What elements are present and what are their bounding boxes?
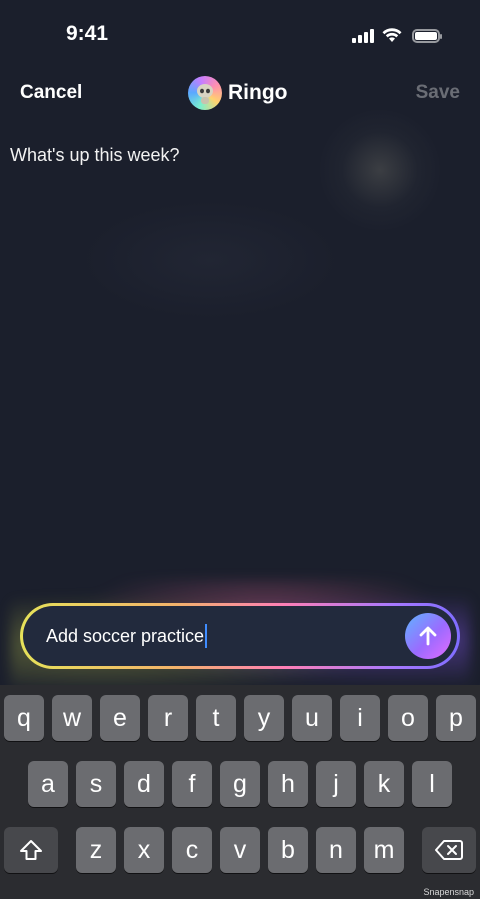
key-c[interactable]: c (172, 827, 212, 873)
message-composer[interactable]: Add soccer practice (20, 603, 460, 669)
key-g[interactable]: g (220, 761, 260, 807)
key-j[interactable]: j (316, 761, 356, 807)
key-n[interactable]: n (316, 827, 356, 873)
key-t[interactable]: t (196, 695, 236, 741)
key-a[interactable]: a (28, 761, 68, 807)
shift-icon (20, 840, 42, 860)
key-o[interactable]: o (388, 695, 428, 741)
send-button[interactable] (405, 613, 451, 659)
key-r[interactable]: r (148, 695, 188, 741)
status-bar: 9:41 (0, 0, 480, 70)
key-l[interactable]: l (412, 761, 452, 807)
key-e[interactable]: e (100, 695, 140, 741)
key-f[interactable]: f (172, 761, 212, 807)
status-time: 9:41 (66, 22, 109, 45)
save-button[interactable]: Save (416, 82, 460, 104)
key-b[interactable]: b (268, 827, 308, 873)
status-icons (352, 27, 442, 43)
shift-key[interactable] (4, 827, 58, 873)
key-h[interactable]: h (268, 761, 308, 807)
wifi-icon (382, 28, 402, 42)
navigation-bar: Cancel Ringo Save (0, 72, 480, 116)
signal-icon (352, 29, 374, 43)
key-d[interactable]: d (124, 761, 164, 807)
key-w[interactable]: w (52, 695, 92, 741)
battery-icon (412, 29, 442, 43)
text-cursor (205, 624, 208, 648)
message-input-text: Add soccer practice (46, 625, 205, 646)
key-p[interactable]: p (436, 695, 476, 741)
key-k[interactable]: k (364, 761, 404, 807)
key-s[interactable]: s (76, 761, 116, 807)
watermark: Snapensnap (423, 887, 474, 897)
key-u[interactable]: u (292, 695, 332, 741)
key-x[interactable]: x (124, 827, 164, 873)
avatar-icon (188, 76, 222, 110)
backspace-key[interactable] (422, 827, 476, 873)
key-i[interactable]: i (340, 695, 380, 741)
key-z[interactable]: z (76, 827, 116, 873)
nav-title: Ringo (228, 81, 288, 104)
backspace-icon (435, 840, 463, 860)
key-y[interactable]: y (244, 695, 284, 741)
assistant-message: What's up this week? (10, 145, 180, 165)
message-input[interactable]: Add soccer practice (46, 624, 208, 648)
nav-title-group: Ringo (188, 76, 287, 110)
key-m[interactable]: m (364, 827, 404, 873)
keyboard: q w e r t y u i o p a s d f g h j k l z … (0, 685, 480, 899)
cancel-button[interactable]: Cancel (20, 82, 82, 104)
key-q[interactable]: q (4, 695, 44, 741)
key-v[interactable]: v (220, 827, 260, 873)
send-arrow-icon (419, 626, 437, 646)
background-haze (80, 200, 340, 320)
